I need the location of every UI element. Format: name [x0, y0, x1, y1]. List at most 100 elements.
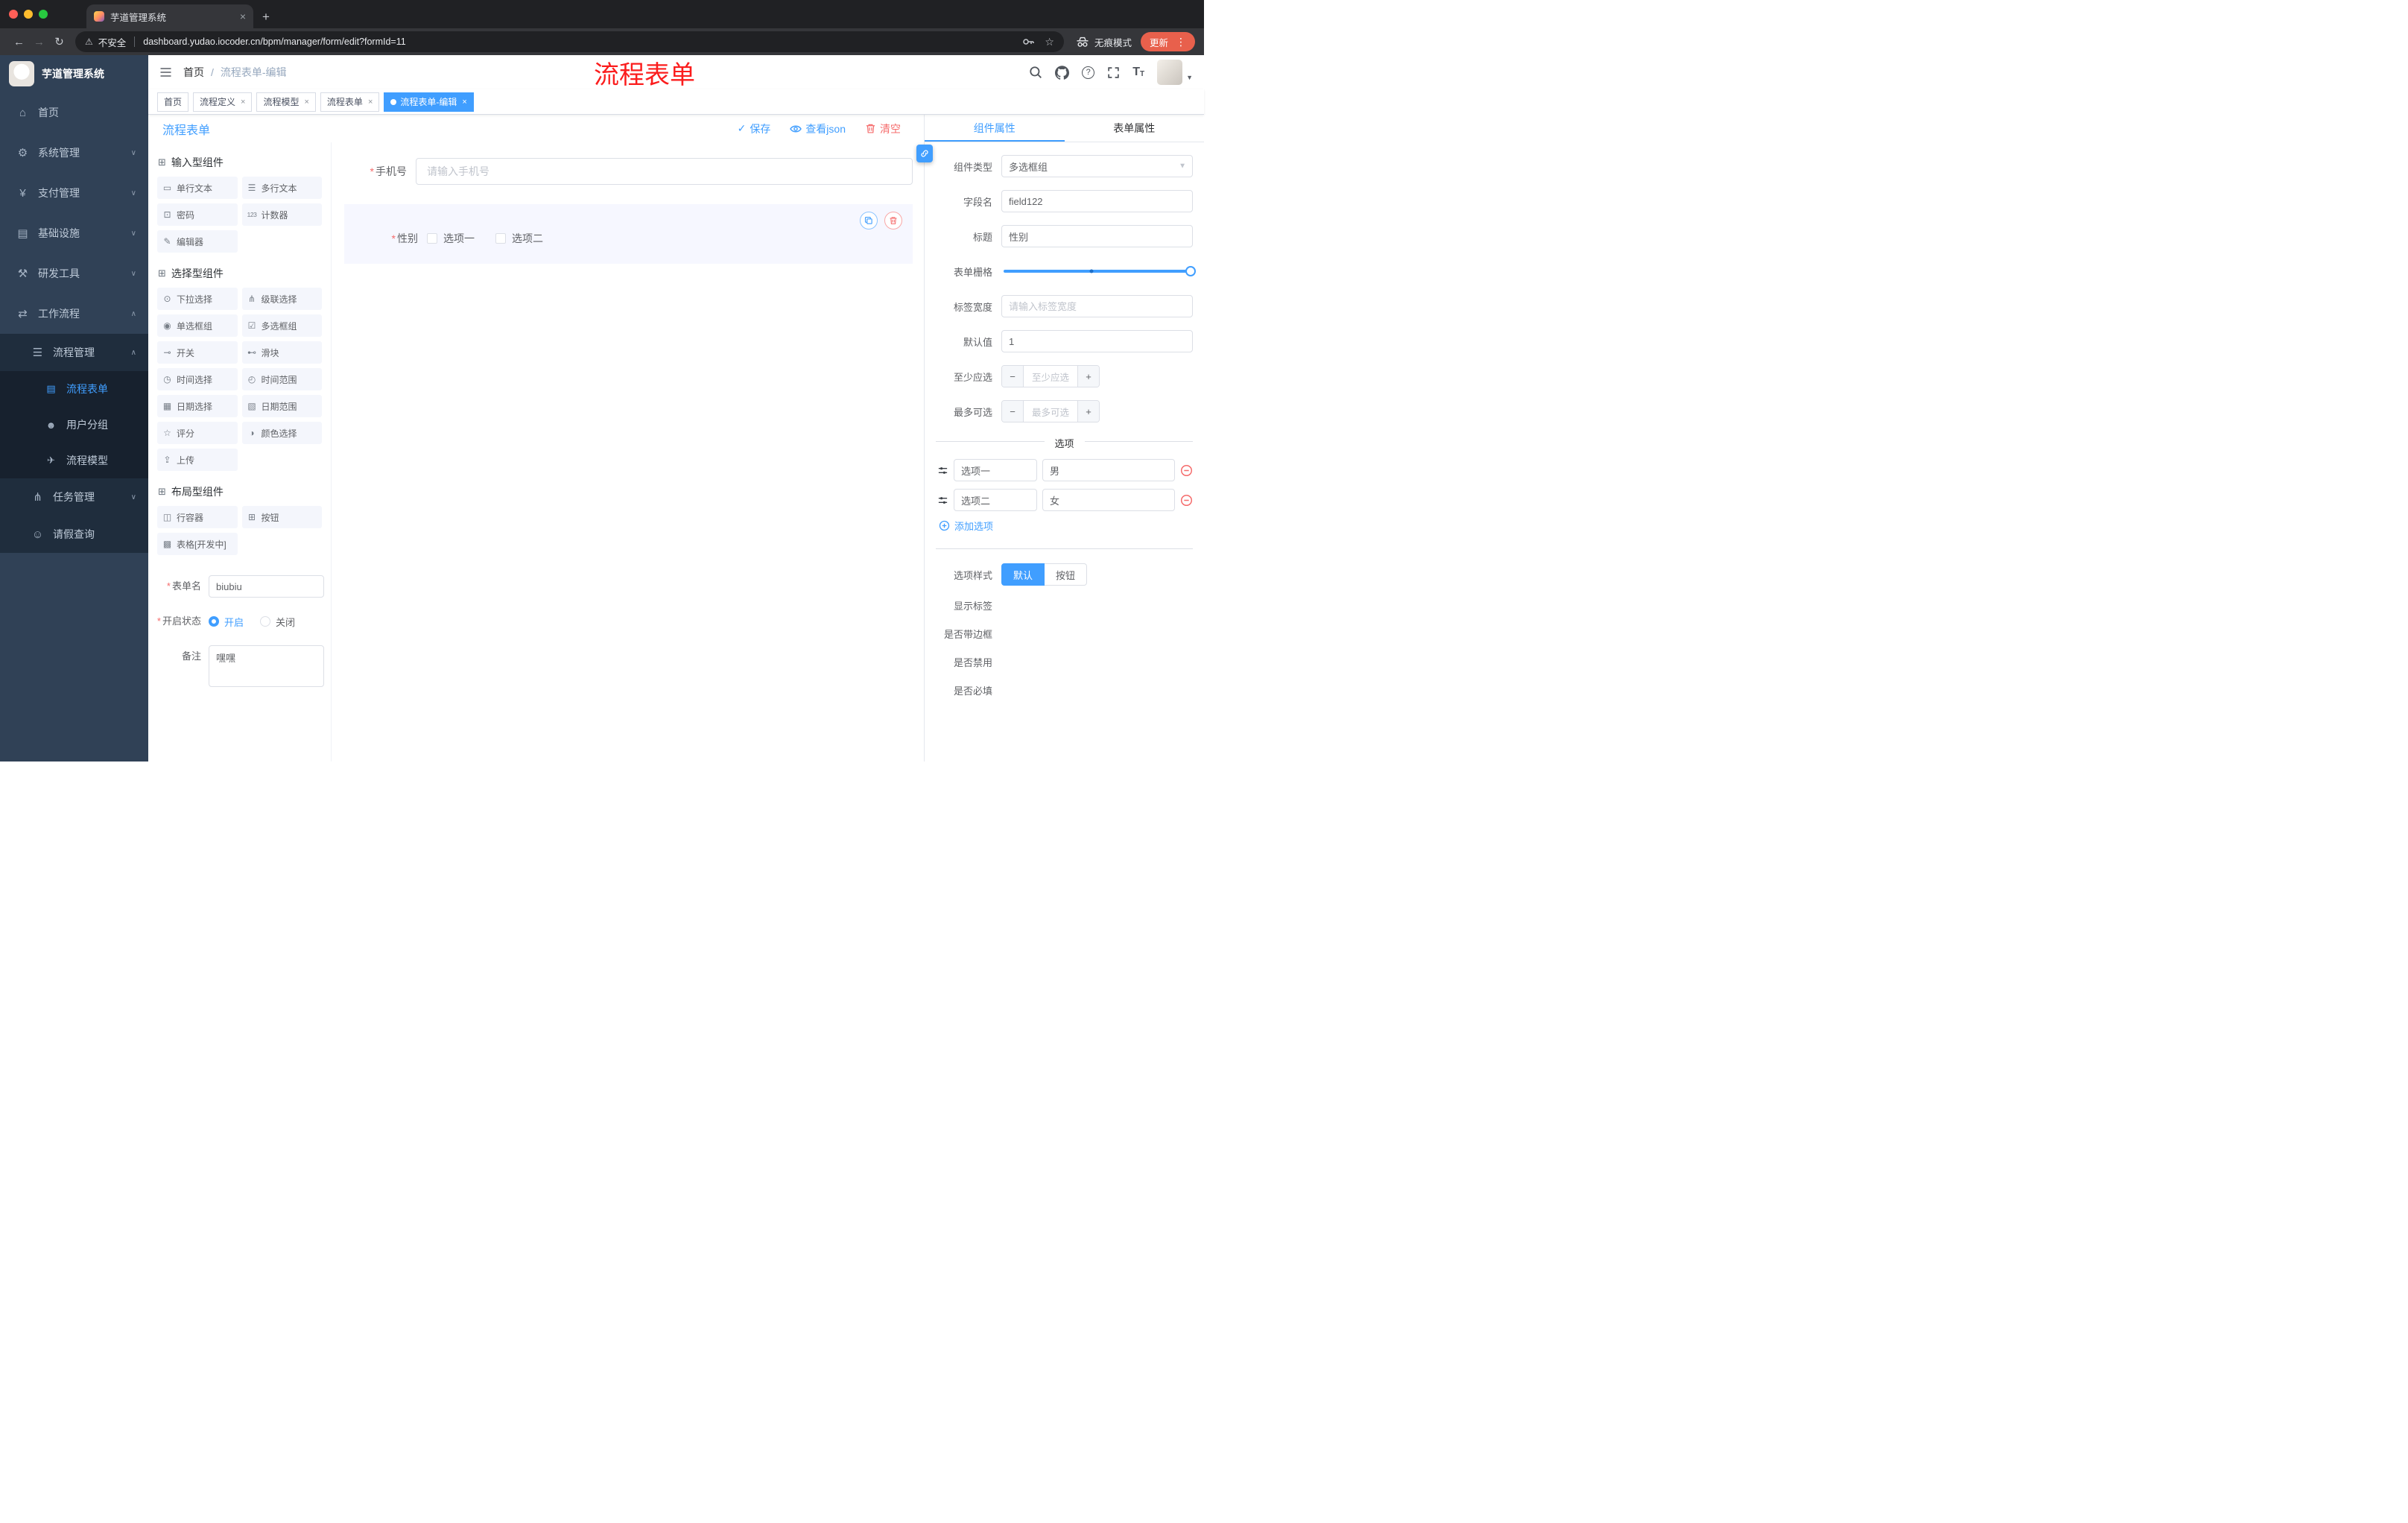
grid-slider[interactable]	[1001, 260, 1196, 282]
palette-item-time-picker[interactable]: ◷ 时间选择	[157, 368, 238, 390]
tab-component-props[interactable]: 组件属性	[925, 115, 1065, 142]
sidebar-item-system-management[interactable]: ⚙ 系统管理 ∨	[0, 133, 148, 173]
palette-item-rating[interactable]: ☆ 评分	[157, 422, 238, 444]
fullscreen-icon[interactable]	[1107, 66, 1120, 79]
option1-name-input[interactable]	[954, 459, 1037, 481]
password-key-icon[interactable]	[1022, 36, 1035, 48]
minus-button[interactable]: −	[1002, 366, 1024, 387]
security-label[interactable]: 不安全	[98, 35, 127, 49]
style-button-button[interactable]: 按钮	[1045, 563, 1088, 586]
tag-close-icon[interactable]: ×	[368, 98, 373, 107]
browser-update-button[interactable]: 更新 ⋮	[1140, 32, 1195, 51]
min-select-value[interactable]: 至少应选	[1024, 366, 1077, 387]
remove-option-icon[interactable]	[1180, 464, 1193, 477]
sidebar-item-user-group[interactable]: ☻ 用户分组	[0, 407, 148, 443]
zoom-window-button[interactable]	[39, 10, 48, 19]
palette-item-table-dev[interactable]: ▩ 表格[开发中]	[157, 533, 238, 555]
url-text[interactable]: dashboard.yudao.iocoder.cn/bpm/manager/f…	[143, 37, 1017, 47]
github-icon[interactable]	[1055, 65, 1070, 80]
palette-item-color-picker[interactable]: ◑ 颜色选择	[241, 422, 322, 444]
status-on-radio[interactable]: 开启	[209, 615, 244, 629]
tab-close-icon[interactable]: ×	[240, 11, 246, 22]
tag-process-form[interactable]: 流程表单 ×	[320, 92, 380, 112]
sidebar-item-process-management[interactable]: ☰ 流程管理 ∧	[0, 334, 148, 371]
sidebar-item-payment-management[interactable]: ¥ 支付管理 ∨	[0, 173, 148, 213]
plus-button[interactable]: +	[1077, 401, 1099, 422]
tag-close-icon[interactable]: ×	[462, 98, 466, 107]
bookmark-star-icon[interactable]: ☆	[1045, 36, 1054, 48]
address-bar[interactable]: ⚠ 不安全 dashboard.yudao.iocoder.cn/bpm/man…	[75, 31, 1064, 52]
tag-process-definition[interactable]: 流程定义 ×	[193, 92, 253, 112]
sidebar-item-process-model[interactable]: ✈ 流程模型	[0, 443, 148, 478]
option2-value-input[interactable]	[1042, 489, 1175, 511]
sidebar-item-workflow[interactable]: ⇄ 工作流程 ∧	[0, 294, 148, 334]
option1-value-input[interactable]	[1042, 459, 1175, 481]
style-default-button[interactable]: 默认	[1001, 563, 1045, 586]
new-tab-button[interactable]: +	[262, 10, 270, 23]
add-option-button[interactable]: 添加选项	[939, 519, 1193, 533]
slider-track[interactable]	[1004, 266, 1196, 276]
drag-handle-icon[interactable]	[937, 495, 948, 506]
close-window-button[interactable]	[9, 10, 18, 19]
palette-item-upload[interactable]: ⇪ 上传	[157, 449, 238, 471]
tab-form-props[interactable]: 表单属性	[1065, 115, 1205, 142]
clear-button[interactable]: 清空	[865, 121, 901, 136]
forward-button[interactable]: →	[29, 36, 49, 48]
minus-button[interactable]: −	[1002, 401, 1024, 422]
tag-home[interactable]: 首页	[157, 92, 189, 112]
plus-button[interactable]: +	[1077, 366, 1099, 387]
delete-widget-button[interactable]	[884, 212, 902, 229]
max-select-value[interactable]: 最多可选	[1024, 401, 1077, 422]
palette-item-dropdown-select[interactable]: ⊙ 下拉选择	[157, 288, 238, 310]
status-off-radio[interactable]: 关闭	[260, 615, 295, 629]
browser-menu-icon[interactable]: ⋮	[1176, 36, 1186, 48]
help-icon[interactable]: ?	[1082, 66, 1095, 79]
breadcrumb-home[interactable]: 首页	[183, 65, 204, 80]
sidebar-item-leave-query[interactable]: ☺ 请假查询	[0, 516, 148, 553]
palette-item-editor[interactable]: ✎ 编辑器	[157, 230, 238, 253]
save-button[interactable]: ✓ 保存	[738, 121, 771, 136]
palette-item-radio-group[interactable]: ◉ 单选框组	[157, 314, 238, 337]
copy-widget-button[interactable]	[860, 212, 878, 229]
view-json-button[interactable]: 查看json	[790, 121, 846, 136]
minimize-window-button[interactable]	[24, 10, 33, 19]
field-name-input[interactable]	[1001, 190, 1193, 212]
font-size-icon[interactable]: TT	[1132, 66, 1144, 78]
search-icon[interactable]	[1029, 66, 1042, 79]
avatar[interactable]	[1157, 60, 1183, 85]
palette-item-single-line-text[interactable]: ▭ 单行文本	[157, 177, 238, 199]
sidebar-logo[interactable]: 芋道管理系统	[0, 55, 148, 92]
sidebar-item-infrastructure[interactable]: ▤ 基础设施 ∨	[0, 213, 148, 253]
back-button[interactable]: ←	[9, 36, 29, 48]
component-type-select[interactable]	[1001, 155, 1193, 177]
slider-handle[interactable]	[1185, 266, 1196, 276]
palette-item-counter[interactable]: 123 计数器	[241, 203, 322, 226]
hamburger-icon[interactable]	[159, 66, 172, 78]
title-input[interactable]	[1001, 225, 1193, 247]
avatar-caret-icon[interactable]: ▼	[1186, 74, 1193, 81]
palette-item-multi-line-text[interactable]: ☰ 多行文本	[241, 177, 322, 199]
label-width-input[interactable]	[1001, 295, 1193, 317]
palette-item-checkbox-group[interactable]: ☑ 多选框组	[241, 314, 322, 337]
palette-item-time-range[interactable]: ◴ 时间范围	[241, 368, 322, 390]
palette-item-slider[interactable]: ⊷ 滑块	[241, 341, 322, 364]
drag-handle-icon[interactable]	[937, 465, 948, 476]
sidebar-item-home[interactable]: ⌂ 首页	[0, 92, 148, 133]
tag-close-icon[interactable]: ×	[241, 98, 245, 107]
default-value-input[interactable]	[1001, 330, 1193, 352]
palette-item-button[interactable]: ⊞ 按钮	[241, 506, 322, 528]
form-name-input[interactable]	[209, 575, 324, 598]
gender-option1-checkbox[interactable]: 选项一	[427, 231, 475, 246]
sidebar-item-dev-tools[interactable]: ⚒ 研发工具 ∨	[0, 253, 148, 294]
gender-field-row[interactable]: * 性别 选项一 选项二	[355, 231, 902, 246]
tag-process-model[interactable]: 流程模型 ×	[256, 92, 316, 112]
tag-process-form-edit[interactable]: 流程表单-编辑 ×	[384, 92, 474, 112]
reload-button[interactable]: ↻	[49, 35, 69, 48]
palette-item-cascade-select[interactable]: ⋔ 级联选择	[241, 288, 322, 310]
form-remark-textarea[interactable]: 嘿嘿	[209, 645, 324, 687]
palette-item-date-range[interactable]: ▧ 日期范围	[241, 395, 322, 417]
gender-option2-checkbox[interactable]: 选项二	[495, 231, 543, 246]
insecure-warning-icon[interactable]: ⚠	[85, 37, 93, 47]
palette-item-switch[interactable]: ⊸ 开关	[157, 341, 238, 364]
sidebar-item-task-management[interactable]: ⋔ 任务管理 ∨	[0, 478, 148, 516]
